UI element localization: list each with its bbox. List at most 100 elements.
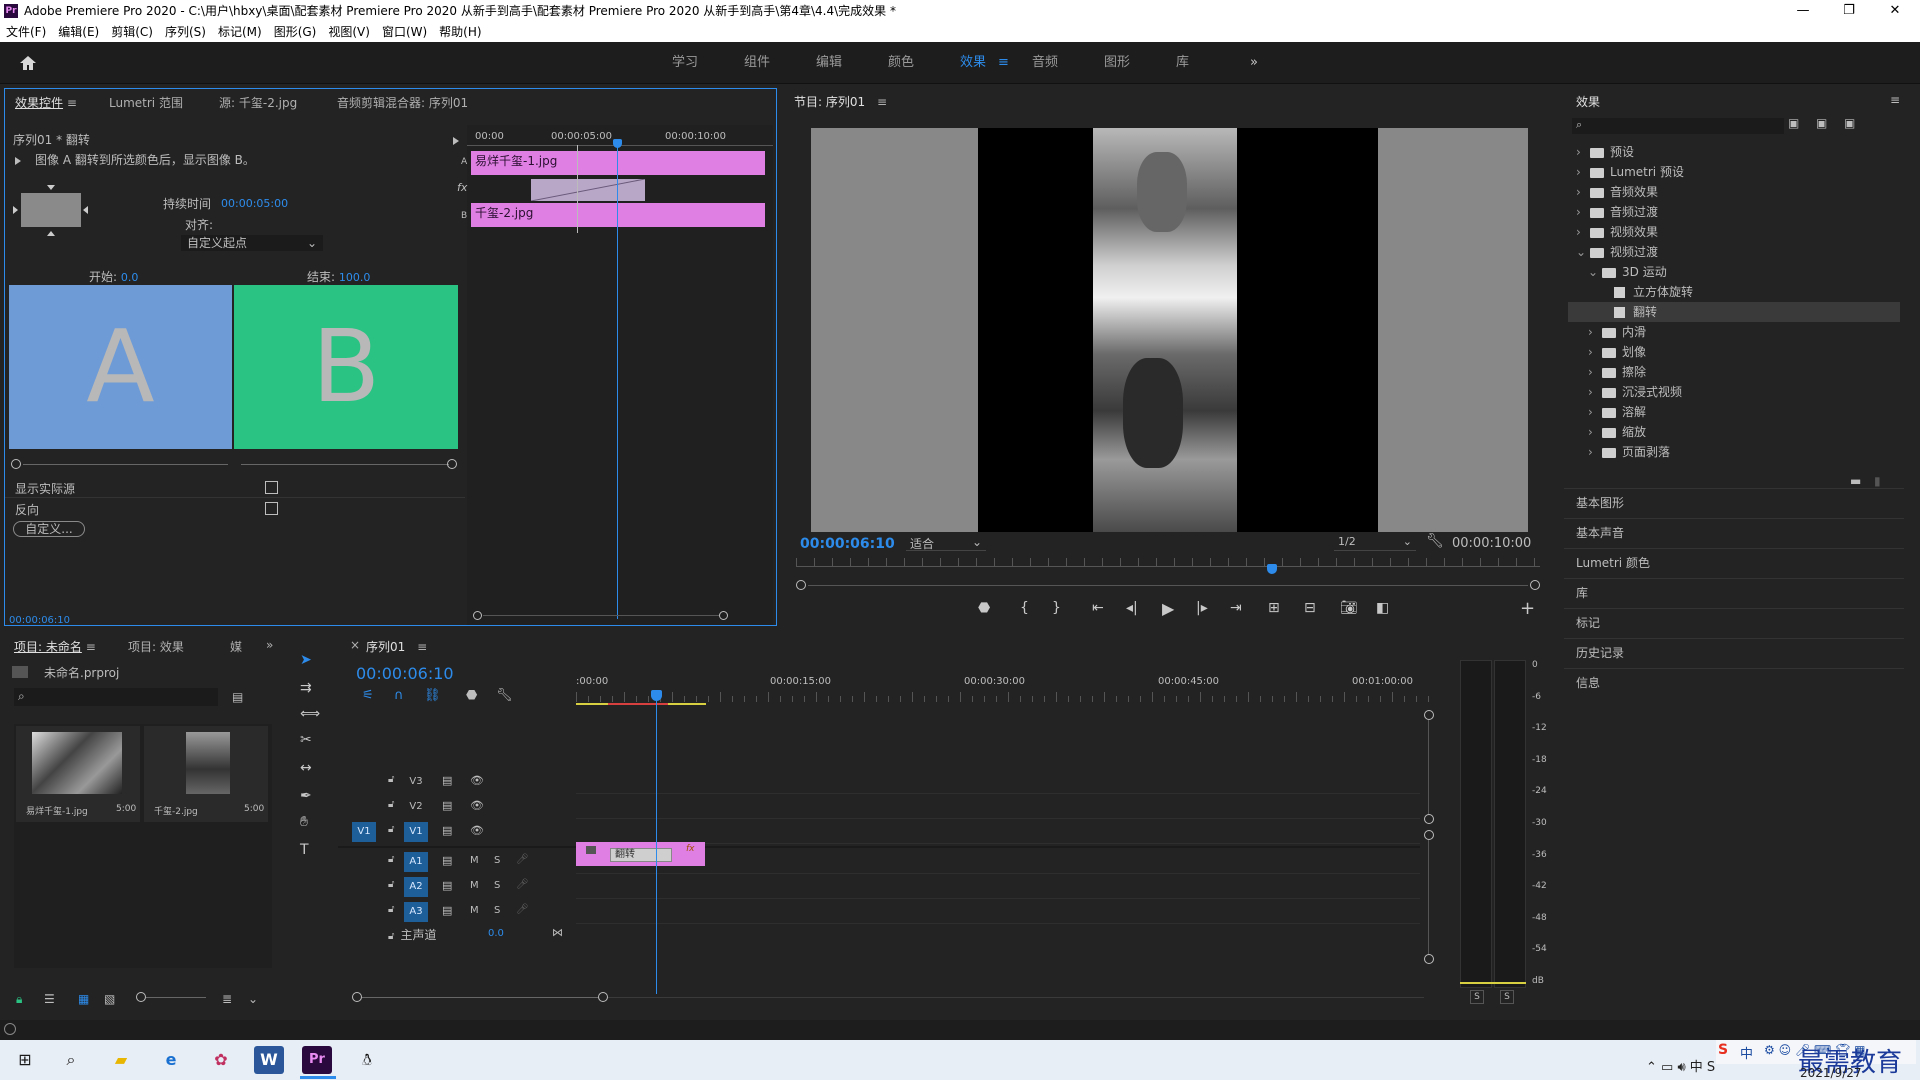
tab-project-effects[interactable]: 项目: 效果 (128, 638, 184, 655)
toggle-sync-icon[interactable]: ▤ (442, 854, 452, 867)
play-icon[interactable]: ▶ (1162, 599, 1174, 618)
eye-icon[interactable]: 👁︎ (470, 824, 484, 837)
clip-b[interactable]: 千玺-2.jpg (471, 203, 765, 227)
track-target-a1[interactable]: A1 (404, 852, 428, 872)
chevron-right-icon[interactable]: › (1576, 222, 1590, 242)
taskbar-search-icon[interactable]: ⌕ (56, 1046, 86, 1074)
timeline-clip[interactable]: 翻转 fx (576, 842, 705, 866)
effects-tree-item[interactable]: 翻转 (1568, 302, 1900, 322)
v-scroll-mid[interactable] (1424, 814, 1434, 824)
effects-tree-item[interactable]: › Lumetri 预设 (1568, 162, 1900, 182)
v-scroll-track[interactable] (1428, 720, 1429, 814)
app-icon[interactable]: ✿ (206, 1046, 236, 1074)
tab-audio-clip-mixer[interactable]: 音频剪辑混合器: 序列01 (337, 94, 468, 111)
track-lock-icon[interactable]: 🔓︎ (388, 904, 394, 915)
toggle-sync-icon[interactable]: ▤ (442, 879, 452, 892)
solo-right-button[interactable]: S (1500, 990, 1514, 1004)
menu-file[interactable]: 文件(F) (0, 22, 52, 42)
track-lock-icon[interactable]: 🔓︎ (388, 824, 394, 835)
program-playhead[interactable] (1267, 564, 1277, 574)
toggle-sync-icon[interactable]: ▤ (442, 904, 452, 917)
effects-panel-menu-icon[interactable]: ≡ (1890, 93, 1900, 107)
effects-tree-item[interactable]: › 预设 (1568, 142, 1900, 162)
play-transition-icon[interactable] (15, 153, 21, 167)
find-icon[interactable]: ▤ (232, 690, 243, 704)
word-icon[interactable]: W (254, 1046, 284, 1074)
edge-arrow-right-icon[interactable] (83, 206, 88, 214)
menu-help[interactable]: 帮助(H) (433, 22, 487, 42)
razor-tool-icon[interactable]: ✂ (300, 732, 312, 748)
timeline-playhead-handle[interactable] (651, 690, 662, 701)
end-value[interactable]: 100.0 (339, 271, 371, 284)
track-lane[interactable] (576, 820, 1420, 844)
hand-tool-icon[interactable]: ✋︎ (300, 814, 308, 830)
program-zoom-track[interactable] (808, 585, 1528, 586)
project-search-input[interactable]: ⌕ (14, 688, 218, 706)
button-editor-icon[interactable]: + (1520, 598, 1535, 619)
accelerated-effects-icon[interactable]: ▣ (1788, 116, 1799, 130)
eye-icon[interactable]: 👁︎ (470, 799, 484, 812)
effects-tree-item[interactable]: ⌄ 3D 运动 (1568, 262, 1900, 282)
lift-icon[interactable]: ⊞ (1268, 600, 1280, 616)
32bit-effects-icon[interactable]: ▣ (1816, 116, 1827, 130)
panel-section[interactable]: 历史记录 (1564, 638, 1904, 667)
voice-over-icon[interactable]: 🎤︎ (516, 879, 529, 890)
track-lock-icon[interactable]: 🔓︎ (388, 854, 394, 865)
track-target-v1[interactable]: V1 (404, 822, 428, 842)
track-lock-icon[interactable]: 🔓︎ (388, 774, 394, 785)
workspace-color[interactable]: 颜色 (888, 42, 914, 84)
effects-tree-item[interactable]: › 音频效果 (1568, 182, 1900, 202)
panel-section[interactable]: 基本声音 (1564, 518, 1904, 547)
step-forward-icon[interactable]: |▸ (1196, 600, 1208, 616)
track-lane[interactable] (576, 795, 1420, 819)
panel-section[interactable]: 基本图形 (1564, 488, 1904, 517)
extract-icon[interactable]: ⊟ (1304, 600, 1316, 616)
track-lock-icon[interactable]: 🔓︎ (388, 799, 394, 810)
voice-over-icon[interactable]: 🎤︎ (516, 904, 529, 915)
track-target-a3[interactable]: A3 (404, 902, 428, 922)
timeline-settings-icon[interactable]: 🔧︎ (496, 688, 513, 703)
zoom-scroll-track[interactable] (608, 997, 1424, 998)
chevron-right-icon[interactable]: › (1588, 342, 1602, 362)
panels-overflow-icon[interactable]: » (266, 638, 273, 652)
track-lane[interactable] (576, 770, 1420, 794)
workspace-audio[interactable]: 音频 (1032, 42, 1058, 84)
a-scroll-bottom[interactable] (1424, 954, 1434, 964)
effects-tree-item[interactable]: › 沉浸式视频 (1568, 382, 1900, 402)
slip-tool-icon[interactable]: ↔ (300, 760, 312, 776)
transition-block[interactable] (530, 178, 646, 202)
collapse-arrow-icon[interactable] (453, 133, 459, 147)
menu-clip[interactable]: 剪辑(C) (105, 22, 159, 42)
custom-button[interactable]: 自定义... (13, 521, 85, 537)
lock-icon[interactable]: 🔒︎ (16, 992, 22, 1007)
timeline-marker-icon[interactable]: ⬣ (466, 688, 477, 703)
yuv-effects-icon[interactable]: ▣ (1844, 116, 1855, 130)
minimize-button[interactable]: — (1780, 0, 1826, 22)
duration-value[interactable]: 00:00:05:00 (221, 197, 288, 210)
snap-icon[interactable]: ∩ (394, 688, 404, 703)
track-lock-icon[interactable]: 🔓︎ (388, 879, 394, 890)
workspace-learn[interactable]: 学习 (672, 42, 698, 84)
menu-window[interactable]: 窗口(W) (376, 22, 433, 42)
restore-button[interactable]: ❐ (1826, 0, 1872, 22)
track-lane[interactable] (576, 900, 1420, 924)
program-timecode[interactable]: 00:00:06:10 (800, 536, 895, 552)
start-slider-track[interactable] (23, 464, 228, 465)
project-item-2[interactable]: 千玺-2.jpg 5:00 (144, 726, 268, 822)
master-volume-value[interactable]: 0.0 (488, 928, 504, 939)
edge-arrow-top-icon[interactable] (47, 185, 55, 190)
delete-icon[interactable]: ▮ (1874, 474, 1881, 488)
track-target-a2[interactable]: A2 (404, 877, 428, 897)
panel-section[interactable]: Lumetri 颜色 (1564, 548, 1904, 577)
chevron-right-icon[interactable]: › (1576, 202, 1590, 222)
go-to-in-icon[interactable]: ⇤ (1092, 600, 1104, 616)
chevron-right-icon[interactable]: › (1588, 362, 1602, 382)
workspace-graphics[interactable]: 图形 (1104, 42, 1130, 84)
show-actual-checkbox[interactable] (265, 481, 278, 494)
chevron-right-icon[interactable]: › (1576, 142, 1590, 162)
add-marker-icon[interactable]: ⬣ (978, 600, 990, 616)
mini-zoom-right-handle[interactable] (719, 611, 728, 620)
tab-media-browser[interactable]: 媒 (230, 638, 242, 655)
menu-marker[interactable]: 标记(M) (212, 22, 268, 42)
program-monitor-title[interactable]: 节目: 序列01 ≡ (794, 93, 887, 110)
